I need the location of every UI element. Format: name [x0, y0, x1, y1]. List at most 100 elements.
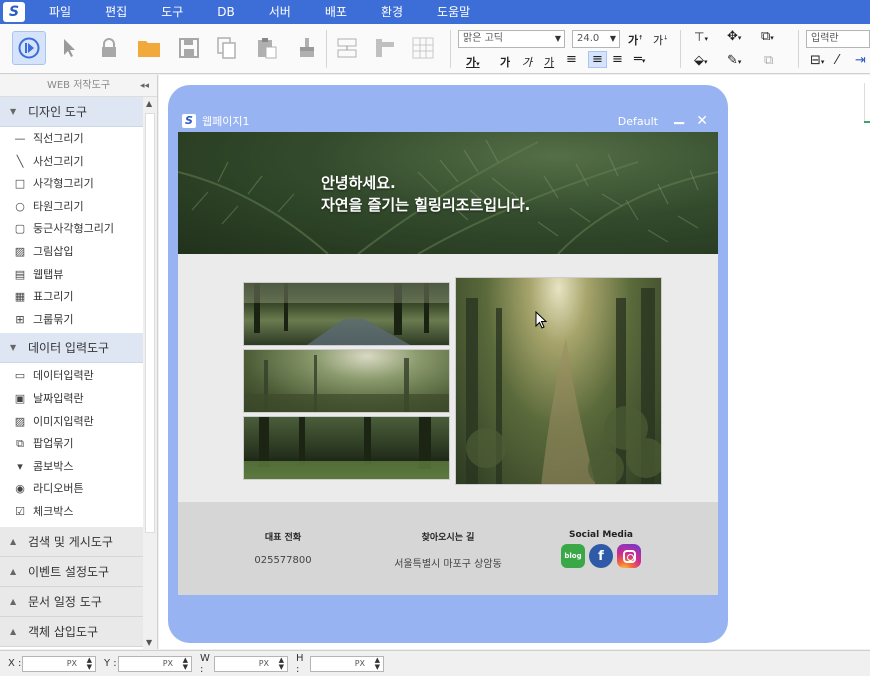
spinner-icon[interactable]: ▲ ▼	[87, 656, 92, 671]
menu-file[interactable]: 파일	[43, 0, 77, 24]
h-input[interactable]: PX ▲ ▼	[310, 655, 384, 672]
footer-social: Social Media blog f	[556, 530, 646, 568]
menu-help[interactable]: 도움말	[431, 0, 476, 24]
arrange-icon[interactable]: ⧉▾	[761, 29, 774, 44]
blog-icon[interactable]: blog	[561, 544, 585, 568]
align-objects-icon[interactable]: ⊤▾	[694, 30, 708, 44]
tool-checkbox[interactable]: ☑ 체크박스	[0, 501, 143, 524]
align-right-icon[interactable]: ≡	[612, 52, 623, 67]
magic-wand-icon[interactable]: ⁄	[836, 53, 838, 68]
duplicate-icon[interactable]: ⧉	[764, 53, 773, 68]
align-left-icon[interactable]: ≡	[566, 52, 577, 67]
collapse-sidebar-icon[interactable]: ◂◂	[140, 75, 149, 97]
move-icon[interactable]: ✥▾	[727, 29, 741, 44]
tool-insert-image[interactable]: ▨ 그림삽입	[0, 241, 143, 264]
fill-color-icon[interactable]: ⬙▾	[694, 53, 708, 68]
insert-field-icon[interactable]: ⊟▾	[810, 53, 824, 68]
select-pointer-button[interactable]	[52, 31, 86, 65]
align-distribute-button[interactable]	[330, 31, 364, 65]
gallery-photo-misty-forest	[243, 349, 450, 413]
font-family-select[interactable]: 맑은 고딕 ▼	[458, 30, 565, 48]
instagram-icon[interactable]	[617, 544, 641, 568]
bold-icon[interactable]: 가	[500, 54, 510, 70]
menu-edit[interactable]: 편집	[99, 0, 133, 24]
section-event-tools[interactable]: ▲ 이벤트 설정도구	[0, 556, 143, 587]
webpage-window-titlebar[interactable]: S 웹페이지1 Default ▁ ✕	[178, 110, 718, 132]
lock-button[interactable]	[92, 31, 126, 65]
tool-popup-group[interactable]: ⧉ 팝업묶기	[0, 433, 143, 456]
menu-db[interactable]: DB	[211, 0, 240, 24]
close-icon[interactable]: ✕	[696, 113, 708, 129]
italic-icon[interactable]: 가	[522, 54, 532, 70]
align-center-icon[interactable]: ≡	[588, 51, 607, 68]
tool-draw-line[interactable]: — 직선그리기	[0, 128, 143, 151]
line-style-icon[interactable]: ═▾	[634, 52, 645, 67]
height-field[interactable]: H : PX ▲ ▼	[296, 653, 384, 675]
font-color-icon[interactable]: 가▾	[466, 54, 480, 70]
tool-image-input[interactable]: ▨ 이미지입력란	[0, 411, 143, 434]
gallery-photo-swamp	[243, 416, 450, 480]
minimize-icon[interactable]: ▁	[674, 110, 684, 125]
menu-environment[interactable]: 환경	[375, 0, 409, 24]
font-size-select[interactable]: 24.0 ▼	[572, 30, 620, 48]
gallery-photo-forest-path	[455, 277, 662, 485]
section-schedule-tools[interactable]: ▲ 문서 일정 도구	[0, 586, 143, 617]
scroll-down-icon[interactable]: ▼	[146, 638, 152, 647]
pen-color-icon[interactable]: ✎▾	[727, 53, 741, 68]
tool-date-input[interactable]: ▣ 날짜입력란	[0, 388, 143, 411]
tool-draw-rectangle[interactable]: □ 사각형그리기	[0, 173, 143, 196]
w-input[interactable]: PX ▲ ▼	[214, 655, 288, 672]
x-input[interactable]: PX ▲ ▼	[22, 655, 96, 672]
grid-button[interactable]	[406, 31, 440, 65]
tool-combobox[interactable]: ▾ 콤보박스	[0, 456, 143, 479]
collapsed-triangle-icon: ▲	[10, 626, 17, 636]
tool-draw-diagonal[interactable]: ╲ 사선그리기	[0, 151, 143, 174]
tool-label: 그림삽입	[33, 244, 74, 258]
grid-icon	[412, 37, 434, 59]
menu-server[interactable]: 서버	[263, 0, 297, 24]
input-type-select[interactable]: 입력란	[806, 30, 870, 48]
run-button[interactable]	[12, 31, 46, 65]
decrease-font-icon[interactable]: 가↓	[653, 32, 668, 48]
tool-web-tab-view[interactable]: ▤ 웹탭뷰	[0, 264, 143, 287]
menu-deploy[interactable]: 배포	[319, 0, 353, 24]
w-unit: PX	[258, 658, 269, 668]
spinner-icon[interactable]: ▲ ▼	[279, 656, 284, 671]
collapsed-triangle-icon: ▲	[10, 596, 17, 606]
section-data-input-tools[interactable]: ▼ 데이터 입력도구	[0, 333, 143, 364]
save-button[interactable]	[172, 31, 206, 65]
section-object-insert-tools[interactable]: ▲ 객체 삽입도구	[0, 616, 143, 647]
scroll-up-icon[interactable]: ▲	[146, 99, 152, 108]
tool-data-input[interactable]: ▭ 데이터입력란	[0, 365, 143, 388]
y-input[interactable]: PX ▲ ▼	[118, 655, 192, 672]
scrollbar-thumb[interactable]	[145, 113, 155, 533]
theme-label[interactable]: Default	[618, 115, 658, 128]
y-coordinate-field[interactable]: Y : PX ▲ ▼	[104, 655, 192, 672]
copy-button[interactable]	[210, 31, 244, 65]
paste-button[interactable]	[250, 31, 284, 65]
export-icon[interactable]: ⇥	[855, 53, 866, 68]
open-folder-button[interactable]	[132, 31, 166, 65]
sidebar-scrollbar[interactable]: ▲ ▼	[143, 97, 157, 649]
format-brush-button[interactable]	[290, 31, 324, 65]
section-label: 문서 일정 도구	[28, 594, 102, 609]
tool-draw-ellipse[interactable]: ○ 타원그리기	[0, 196, 143, 219]
x-coordinate-field[interactable]: X : PX ▲ ▼	[8, 655, 96, 672]
section-design-tools[interactable]: ▼ 디자인 도구	[0, 97, 143, 127]
increase-font-icon[interactable]: 가↑	[628, 32, 643, 48]
tool-label: 라디오버튼	[33, 482, 84, 496]
ellipse-icon: ○	[15, 199, 25, 213]
width-field[interactable]: W : PX ▲ ▼	[200, 653, 288, 675]
align-top-button[interactable]	[368, 31, 402, 65]
spinner-icon[interactable]: ▲ ▼	[183, 656, 188, 671]
menu-tools[interactable]: 도구	[155, 0, 189, 24]
tool-label: 둥근사각형그리기	[33, 222, 114, 236]
section-search-board-tools[interactable]: ▲ 검색 및 게시도구	[0, 526, 143, 557]
underline-icon[interactable]: 가	[544, 54, 554, 70]
tool-draw-rounded-rect[interactable]: ▢ 둥근사각형그리기	[0, 218, 143, 241]
spinner-icon[interactable]: ▲ ▼	[375, 656, 380, 671]
facebook-icon[interactable]: f	[589, 544, 613, 568]
tool-draw-table[interactable]: ▦ 표그리기	[0, 286, 143, 309]
tool-radio-button[interactable]: ◉ 라디오버튼	[0, 478, 143, 501]
tool-group[interactable]: ⊞ 그룹묶기	[0, 309, 143, 332]
